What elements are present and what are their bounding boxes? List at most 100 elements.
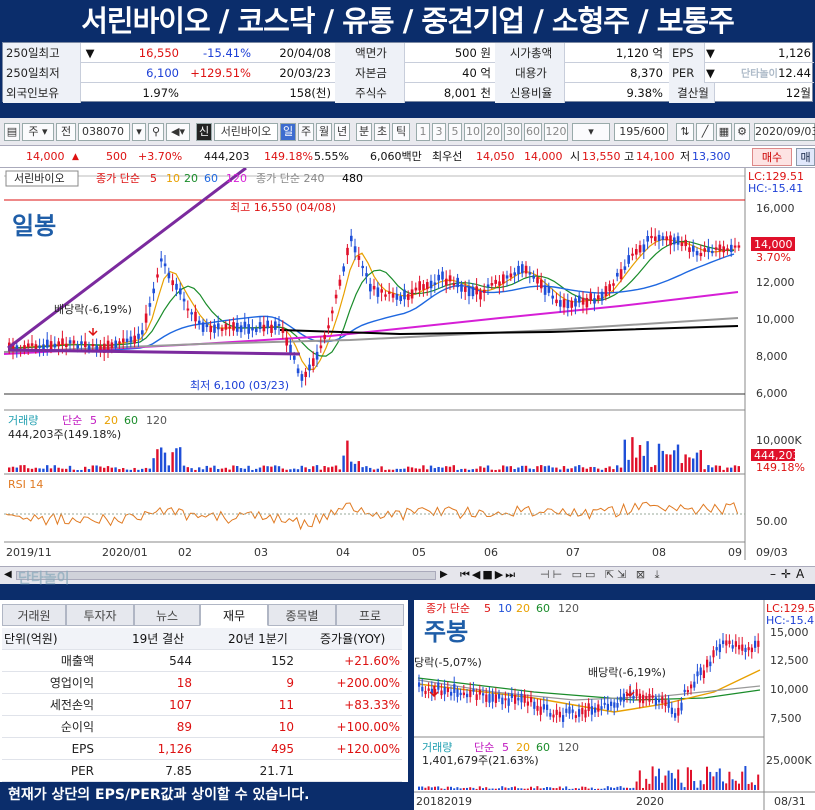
weekly-volume-bar (613, 787, 616, 790)
volume-bar (464, 468, 467, 472)
weekly-volume-bar (501, 786, 504, 790)
gear-icon[interactable]: ⚙ (734, 123, 750, 141)
tab-investor[interactable]: 투자자 (66, 604, 134, 626)
weekly-vol-ma5: 5 (502, 741, 509, 754)
search-icon[interactable]: ⚲ (148, 123, 164, 141)
weekly-volume-bar (472, 787, 475, 790)
zoom-tools-icon[interactable]: ⊣⊢ ▭▭ ⇱⇲ ⊠ ⤓ (540, 568, 662, 582)
stock-name-field[interactable]: 서린바이오 (214, 123, 278, 141)
weekly-volume-bar (482, 788, 484, 790)
volume-bar (110, 467, 113, 472)
weekly-volume-bar (456, 787, 459, 790)
candle (247, 324, 250, 334)
interval-button[interactable]: 120 (544, 123, 568, 141)
dropdown-arrow-icon[interactable]: ▼ (706, 63, 718, 83)
financial-tabs: 거래원 투자자 뉴스 재무 종목별 프로 (0, 604, 408, 626)
market-type-select[interactable]: 주 ▾ (22, 123, 54, 141)
stock-code-input[interactable]: 038070 (78, 123, 130, 141)
daily-chart-panel[interactable]: 서린바이오 종가 단순 5 10 20 60 120 종가 단순 240 480… (0, 166, 815, 566)
rsi-tick: 50.00 (756, 515, 788, 528)
volume-bar (638, 445, 642, 472)
tab-program[interactable]: 프로 (336, 604, 404, 626)
volume-bar (167, 465, 170, 472)
speaker-icon[interactable]: ◀▾ (166, 123, 190, 141)
buy-button[interactable]: 매수 (752, 148, 792, 166)
bar-count-input[interactable]: 195/600 (614, 123, 668, 141)
weekly-volume-bar (654, 776, 657, 790)
volume-bar (452, 465, 455, 472)
interval-button[interactable]: 20 (484, 123, 502, 141)
scrollbar-track[interactable] (16, 571, 436, 580)
candle (399, 296, 402, 302)
code-dropdown-icon[interactable]: ▾ (132, 123, 146, 141)
weekly-chart-panel[interactable]: 종가 단순 5 10 20 60 120 주봉 LC:129.5 HC:-15.… (414, 600, 815, 810)
interval-button[interactable]: 5 (448, 123, 462, 141)
weekly-volume-bar (616, 786, 619, 790)
scroll-left-icon[interactable]: ◀ (4, 569, 12, 580)
volume-bar (285, 469, 288, 472)
candle (179, 288, 182, 295)
daily-chart[interactable]: 서린바이오 종가 단순 5 10 20 60 120 종가 단순 240 480… (0, 166, 815, 566)
period-tab-year[interactable]: 년 (334, 123, 350, 141)
volume-bar (619, 467, 623, 472)
weekly-volume-bar (421, 786, 424, 790)
period-tab-minute[interactable]: 분 (356, 123, 372, 141)
weekly-volume-bar (552, 788, 555, 790)
candle (547, 286, 551, 293)
footnote: 현재가 상단의 EPS/PER값과 상이할 수 있습니다. (0, 782, 408, 810)
interval-button[interactable]: 60 (524, 123, 542, 141)
candle (699, 252, 703, 257)
weekly-chart[interactable]: 종가 단순 5 10 20 60 120 주봉 LC:129.5 HC:-15.… (414, 600, 815, 810)
interval-button[interactable]: 10 (464, 123, 482, 141)
volume-bar (232, 465, 235, 472)
candle (308, 364, 311, 371)
period-tab-tick[interactable]: 틱 (392, 123, 410, 141)
dropdown-arrow-icon[interactable]: ▼ (83, 43, 97, 63)
candle (68, 340, 72, 344)
prev-button[interactable]: 전 (56, 123, 76, 141)
weekly-volume-bar (517, 788, 520, 790)
candle (597, 295, 600, 300)
tab-broker[interactable]: 거래원 (2, 604, 66, 626)
zoom-controls-icon[interactable]: –✛A (770, 567, 809, 581)
interval-button[interactable]: 30 (504, 123, 522, 141)
chart-type-icon[interactable]: ⇅ (676, 123, 694, 141)
volume-bar (365, 466, 368, 472)
candle (486, 284, 490, 288)
grid-icon[interactable]: ▦ (716, 123, 732, 141)
period-tab-week[interactable]: 주 (298, 123, 314, 141)
date-input[interactable]: 2020/09/03 (754, 123, 815, 141)
table-cell: 순이익 (60, 720, 94, 734)
tab-news[interactable]: 뉴스 (134, 604, 200, 626)
volume-bar (220, 468, 224, 472)
interval-button[interactable]: 1 (416, 123, 430, 141)
sell-button[interactable]: 매 (796, 148, 815, 166)
interval-dropdown[interactable]: ▾ (572, 123, 610, 141)
weekly-candle (539, 706, 542, 715)
period-tab-second[interactable]: 초 (374, 123, 390, 141)
table-cell: 영업이익 (49, 676, 94, 690)
weekly-ma5: 5 (484, 602, 491, 615)
draw-tool-icon[interactable]: ╱ (696, 123, 714, 141)
playback-controls-icon[interactable]: ⏮◀■▶⏭ (460, 568, 517, 582)
tab-sector[interactable]: 종목별 (268, 604, 336, 626)
weekly-candle (437, 682, 440, 690)
interval-button[interactable]: 3 (432, 123, 446, 141)
toolbar-menu-icon[interactable]: ▤ (4, 123, 20, 141)
volume-bar (201, 469, 205, 472)
tab-finance[interactable]: 재무 (200, 604, 268, 626)
volume-bar (141, 468, 144, 472)
volume-bar (224, 467, 227, 472)
candle (616, 272, 619, 277)
weekly-candle (424, 690, 427, 695)
period-tab-month[interactable]: 월 (316, 123, 332, 141)
scroll-right-icon[interactable]: ▶ (440, 569, 448, 580)
dropdown-arrow-icon[interactable]: ▼ (706, 43, 718, 63)
candle (346, 247, 349, 256)
period-tab-day[interactable]: 일 (280, 123, 296, 141)
volume-bar (543, 466, 547, 472)
volume-legend: 거래량 (8, 414, 38, 427)
weekly-candle (610, 701, 613, 706)
candle (270, 324, 273, 333)
weekly-candle (510, 693, 513, 699)
